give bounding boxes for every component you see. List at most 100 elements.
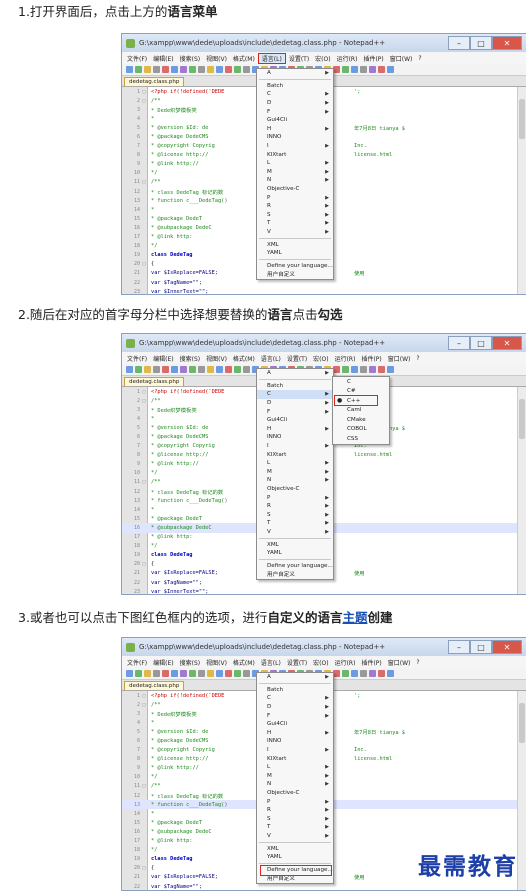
language-item[interactable]: C ▶	[257, 90, 333, 99]
language-item[interactable]: V ▶	[257, 832, 333, 841]
toolbar-icon-11[interactable]	[225, 66, 232, 73]
toolbar-icon-9[interactable]	[207, 670, 214, 677]
toolbar-icon-6[interactable]	[180, 66, 187, 73]
menu-item-9[interactable]: 插件(P)	[358, 658, 384, 667]
toolbar-icon-23[interactable]	[333, 670, 340, 677]
menu-item-8[interactable]: 运行(R)	[332, 354, 359, 363]
language-item[interactable]: S ▶	[257, 211, 333, 220]
toolbar-icon-5[interactable]	[171, 670, 178, 677]
toolbar-icon-1[interactable]	[135, 366, 142, 373]
language-item[interactable]: Batch	[257, 382, 333, 391]
menu-item-3[interactable]: 视图(V)	[203, 354, 230, 363]
toolbar-icon-25[interactable]	[351, 366, 358, 373]
menu-item-4[interactable]: 格式(M)	[230, 658, 258, 667]
menu-item-9[interactable]: 插件(P)	[358, 354, 384, 363]
language-item[interactable]: INNO	[257, 737, 333, 746]
menu-item-0[interactable]: 文件(F)	[124, 54, 150, 63]
fold-marker[interactable]: □	[140, 179, 148, 185]
toolbar-icon-5[interactable]	[171, 366, 178, 373]
menu-item-7[interactable]: 宏(O)	[310, 354, 331, 363]
define-language-item[interactable]: Define your language...	[257, 865, 333, 874]
language-item[interactable]: V ▶	[257, 228, 333, 237]
toolbar-icon-10[interactable]	[216, 66, 223, 73]
language-item[interactable]: T ▶	[257, 219, 333, 228]
toolbar-icon-4[interactable]	[162, 366, 169, 373]
toolbar-icon-6[interactable]	[180, 670, 187, 677]
fold-marker[interactable]: □	[140, 261, 148, 267]
language-item[interactable]: H ▶	[257, 125, 333, 134]
vertical-scrollbar[interactable]	[517, 387, 526, 594]
menu-item-6[interactable]: 设置(T)	[284, 354, 310, 363]
toolbar-icon-0[interactable]	[126, 670, 133, 677]
user-defined-item[interactable]: 用户自定义	[257, 570, 333, 579]
language-item[interactable]: V ▶	[257, 528, 333, 537]
toolbar-icon-27[interactable]	[369, 670, 376, 677]
menu-item-3[interactable]: 视图(V)	[203, 54, 230, 63]
submenu-item[interactable]: C#	[333, 387, 389, 397]
language-item[interactable]: T ▶	[257, 519, 333, 528]
minimize-button[interactable]: –	[448, 36, 470, 50]
step-3-link[interactable]: 主题	[342, 610, 367, 625]
toolbar-icon-2[interactable]	[144, 366, 151, 373]
toolbar-icon-24[interactable]	[342, 366, 349, 373]
menu-item-2[interactable]: 搜索(S)	[177, 354, 204, 363]
toolbar-icon-8[interactable]	[198, 366, 205, 373]
language-item[interactable]: N ▶	[257, 176, 333, 185]
submenu-item[interactable]: CMake	[333, 415, 389, 425]
fold-marker[interactable]: □	[140, 98, 148, 104]
language-item[interactable]: H ▶	[257, 425, 333, 434]
scrollbar-thumb[interactable]	[519, 99, 525, 139]
language-item[interactable]: R ▶	[257, 202, 333, 211]
fold-marker[interactable]: □	[140, 89, 148, 95]
menu-item-1[interactable]: 编辑(E)	[150, 54, 176, 63]
language-item[interactable]: M ▶	[257, 168, 333, 177]
language-item[interactable]: Gui4Cli	[257, 720, 333, 729]
minimize-button[interactable]: –	[448, 336, 470, 350]
toolbar-icon-4[interactable]	[162, 670, 169, 677]
fold-marker[interactable]: □	[140, 865, 148, 871]
language-item[interactable]: KIXtart	[257, 754, 333, 763]
menu-item-11[interactable]: ?	[413, 355, 422, 362]
menu-item-9[interactable]: 插件(P)	[360, 54, 386, 63]
vertical-scrollbar[interactable]	[517, 691, 526, 890]
menu-item-5[interactable]: 语言(L)	[258, 658, 284, 667]
language-item[interactable]: Gui4Cli	[257, 116, 333, 125]
menu-item-6[interactable]: 设置(T)	[286, 54, 312, 63]
language-item[interactable]: A ▶	[257, 673, 333, 682]
toolbar-icon-29[interactable]	[387, 366, 394, 373]
language-item[interactable]: YAML	[257, 249, 333, 258]
fold-marker[interactable]: □	[140, 398, 148, 404]
toolbar-icon-13[interactable]	[243, 366, 250, 373]
toolbar-icon-10[interactable]	[216, 670, 223, 677]
language-item[interactable]: A ▶	[257, 69, 333, 78]
menu-item-5[interactable]: 语言(L)	[257, 52, 286, 64]
language-item[interactable]: L ▶	[257, 763, 333, 772]
menu-item-11[interactable]: ?	[413, 659, 422, 666]
language-item[interactable]: F ▶	[257, 711, 333, 720]
language-item[interactable]: I ▶	[257, 142, 333, 151]
minimize-button[interactable]: –	[448, 640, 470, 654]
fold-marker[interactable]: □	[140, 702, 148, 708]
language-item[interactable]: C ▶	[257, 694, 333, 703]
toolbar-icon-0[interactable]	[126, 66, 133, 73]
language-item[interactable]: R ▶	[257, 806, 333, 815]
close-button[interactable]: ✕	[492, 36, 522, 50]
menu-item-7[interactable]: 宏(O)	[310, 658, 331, 667]
menu-item-1[interactable]: 编辑(E)	[150, 658, 176, 667]
menu-item-5[interactable]: 语言(L)	[258, 354, 284, 363]
toolbar-icon-26[interactable]	[360, 670, 367, 677]
language-item[interactable]: Batch	[257, 686, 333, 695]
toolbar-icon-26[interactable]	[360, 366, 367, 373]
menu-item-8[interactable]: 运行(R)	[334, 54, 361, 63]
language-item[interactable]: INNO	[257, 133, 333, 142]
menu-item-0[interactable]: 文件(F)	[124, 658, 150, 667]
language-item[interactable]: F ▶	[257, 407, 333, 416]
toolbar-icon-24[interactable]	[342, 670, 349, 677]
fold-marker[interactable]: □	[140, 389, 148, 395]
language-item[interactable]: I ▶	[257, 442, 333, 451]
toolbar-icon-5[interactable]	[171, 66, 178, 73]
submenu-item[interactable]: C	[333, 377, 389, 387]
language-item[interactable]: XML	[257, 844, 333, 853]
menu-item-7[interactable]: 宏(O)	[312, 54, 333, 63]
fold-marker[interactable]: □	[140, 693, 148, 699]
